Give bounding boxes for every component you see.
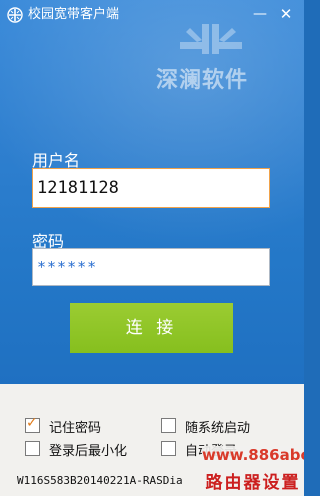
client-window: 校园宽带客户端 — ✕ 深澜软件 用户名 12181128 密码 ****** … [0,0,304,496]
version-string: W116S583B20140221A-RASDia [17,474,183,487]
checkbox-box[interactable] [161,441,176,456]
window-title: 校园宽带客户端 [28,7,120,22]
brand-name: 深澜软件 [156,68,249,93]
remember-password-label: 记住密码 [49,421,102,436]
watermark-name: 路由器设置 [202,468,304,493]
site-watermark: www.886abc.com 路由器设置 [202,446,304,496]
checkmark-icon: ✓ [26,415,38,431]
minimize-after-login-label: 登录后最小化 [49,444,128,459]
username-input[interactable]: 12181128 [32,168,270,208]
app-logo-icon [7,7,23,23]
password-input[interactable]: ****** [32,248,270,286]
checkbox-box[interactable] [25,441,40,456]
watermark-url: www.886abc.com [202,446,304,464]
start-with-system-label: 随系统启动 [185,421,251,436]
connect-button[interactable]: 连 接 [70,303,233,353]
checkbox-box[interactable] [161,418,176,433]
